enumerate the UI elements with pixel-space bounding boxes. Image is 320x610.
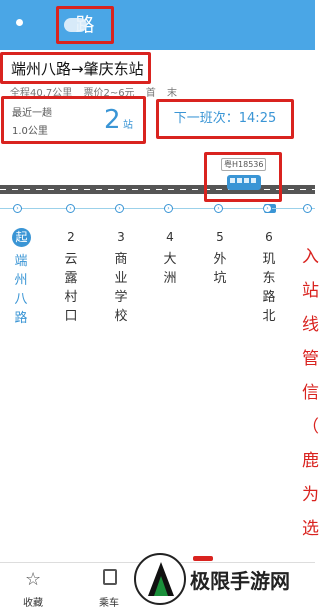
title-highlight-box: 路 [56, 6, 114, 44]
stop-name[interactable]: 玑东路北 [260, 250, 278, 326]
watermark-text: 极限手游网 [190, 569, 290, 593]
ride-label[interactable]: 乘车 [99, 594, 119, 609]
route-direction: 端州八路→肇庆东站 [11, 60, 144, 78]
track-node: › [263, 204, 272, 213]
stop-name[interactable]: 大洲 [161, 250, 179, 288]
stop-number: 6 [265, 230, 273, 244]
track-node: › [303, 204, 312, 213]
watermark-icon [148, 562, 174, 596]
last-bus-label: 末 [166, 88, 177, 99]
stop-number: 4 [166, 230, 174, 244]
bus-windows [230, 178, 256, 183]
back-icon[interactable] [16, 19, 23, 26]
nearest-bus-box[interactable]: 最近一趟 1.0公里 2 站 [1, 96, 146, 144]
stop-name[interactable]: 商业学校 [112, 250, 130, 326]
next-departure-box: 下一班次：14:25 [156, 99, 294, 139]
favorite-label[interactable]: 收藏 [23, 594, 43, 609]
annotation-text: 入站线管信（旦鹿为选 [302, 247, 320, 539]
track-node: › [115, 204, 124, 213]
bus-highlight-box[interactable]: 粤H18536 [204, 152, 282, 202]
start-stop-badge: 起 [12, 228, 31, 247]
stop-number: 3 [117, 230, 125, 244]
stop-name[interactable]: 外坑 [211, 250, 229, 288]
header-bar: 路 [0, 0, 315, 50]
nearest-stops-count: 2 [104, 105, 121, 135]
star-icon[interactable]: ☆ [25, 569, 41, 590]
bus-icon[interactable] [227, 175, 261, 190]
track-node: › [164, 204, 173, 213]
bus-plate: 粤H18536 [221, 158, 267, 171]
track-node: › [13, 204, 22, 213]
stop-name[interactable]: 端州八路 [12, 252, 30, 328]
route-direction-box: 端州八路→肇庆东站 [0, 52, 151, 84]
stop-number: 2 [67, 230, 75, 244]
watermark-logo [134, 553, 186, 605]
blurred-route-number [64, 18, 87, 32]
bus-code-icon[interactable] [103, 569, 117, 585]
stop-number: 5 [216, 230, 224, 244]
nearest-distance: 1.0公里 [12, 126, 48, 137]
stop-name[interactable]: 云露村口 [62, 250, 80, 326]
next-departure: 下一班次：14:25 [173, 111, 277, 126]
nearest-label: 最近一趟 [12, 108, 52, 119]
track-node: › [66, 204, 75, 213]
first-bus-label: 首 [145, 88, 156, 99]
active-indicator [193, 556, 213, 561]
track-node: › [214, 204, 223, 213]
nearest-stops-unit: 站 [123, 120, 133, 131]
